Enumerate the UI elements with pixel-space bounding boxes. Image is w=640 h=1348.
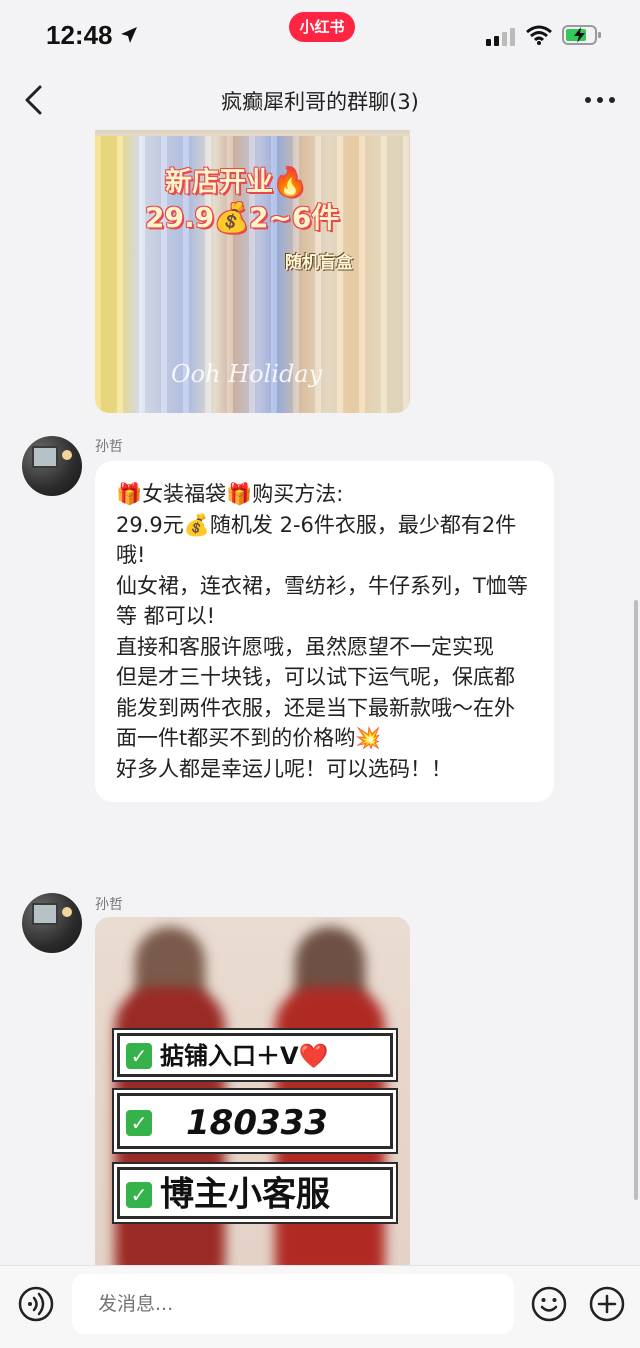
page-title: 疯癫犀利哥的群聊(3) bbox=[221, 90, 419, 114]
input-bar bbox=[0, 1265, 640, 1348]
avatar-lamp bbox=[62, 450, 72, 460]
message-line: 好多人都是幸运儿呢！可以选码！！ bbox=[116, 756, 452, 781]
avatar[interactable] bbox=[22, 893, 82, 953]
ad-tag-text: 180333 bbox=[186, 1102, 328, 1143]
clothing-rail bbox=[95, 130, 410, 136]
message-line: 🎁女装福袋🎁购买方法: bbox=[116, 482, 344, 506]
ad-tag-service: ✓ 博主小客服 bbox=[117, 1167, 393, 1219]
app-badge[interactable]: 小红书 bbox=[289, 12, 355, 42]
check-icon: ✓ bbox=[126, 1181, 152, 1208]
nav-bar: 疯癫犀利哥的群聊(3) bbox=[0, 70, 640, 130]
status-bar: 12:48 小红书 bbox=[0, 0, 640, 70]
promo-headline: 新店开业🔥 bbox=[165, 167, 307, 198]
battery-charging-icon bbox=[562, 25, 601, 45]
message-line: 直接和客服许愿哦，虽然愿望不一定实现 bbox=[116, 634, 494, 659]
avatar-window bbox=[32, 903, 58, 925]
chat-area[interactable]: 新店开业🔥 29.9💰2~6件 随机盲盒 Ooh Holiday 孙哲 🎁女装福… bbox=[0, 130, 640, 1265]
avatar-window bbox=[32, 446, 58, 468]
check-icon: ✓ bbox=[126, 1109, 152, 1136]
message-line: 29.9元💰随机发 2-6件衣服，最少都有2件哦! bbox=[116, 512, 517, 568]
ad-image-message[interactable]: ✓ 掂铺入口＋V❤️ ✓ 180333 ✓ 博主小客服 bbox=[95, 917, 410, 1265]
ad-tag-id: ✓ 180333 bbox=[117, 1093, 393, 1149]
promo-image-message[interactable]: 新店开业🔥 29.9💰2~6件 随机盲盒 Ooh Holiday bbox=[95, 130, 410, 413]
avatar-lamp bbox=[62, 907, 72, 917]
sender-name: 孙哲 bbox=[95, 897, 123, 913]
text-message-bubble[interactable]: 🎁女装福袋🎁购买方法: 29.9元💰随机发 2-6件衣服，最少都有2件哦! 仙女… bbox=[95, 461, 554, 802]
more-icon[interactable] bbox=[584, 94, 616, 106]
location-arrow-icon bbox=[121, 27, 137, 43]
check-icon: ✓ bbox=[126, 1043, 152, 1069]
ad-tag-text: 掂铺入口＋V❤️ bbox=[160, 1042, 329, 1070]
back-icon[interactable] bbox=[20, 84, 50, 116]
watermark: Ooh Holiday bbox=[171, 360, 323, 388]
wifi-icon bbox=[526, 25, 552, 45]
promo-price: 29.9💰2~6件 bbox=[145, 201, 340, 234]
message-input[interactable] bbox=[72, 1274, 514, 1334]
ad-tag-shop: ✓ 掂铺入口＋V❤️ bbox=[117, 1033, 393, 1077]
sender-name: 孙哲 bbox=[95, 439, 123, 455]
scrollbar[interactable] bbox=[634, 600, 638, 1200]
signal-icon bbox=[486, 28, 515, 46]
ad-tag-text: 博主小客服 bbox=[160, 1174, 330, 1215]
voice-icon[interactable] bbox=[18, 1286, 54, 1322]
plus-icon[interactable] bbox=[589, 1286, 625, 1322]
clock: 12:48 bbox=[46, 20, 113, 50]
emoji-icon[interactable] bbox=[531, 1286, 567, 1322]
promo-subtitle: 随机盲盒 bbox=[285, 253, 353, 273]
message-line: 但是才三十块钱，可以试下运气呢，保底都能发到两件衣服，还是当下最新款哦～在外面一… bbox=[116, 665, 515, 750]
message-line: 仙女裙，连衣裙，雪纺衫，牛仔系列，T恤等等 都可以! bbox=[116, 573, 528, 629]
avatar[interactable] bbox=[22, 436, 82, 496]
